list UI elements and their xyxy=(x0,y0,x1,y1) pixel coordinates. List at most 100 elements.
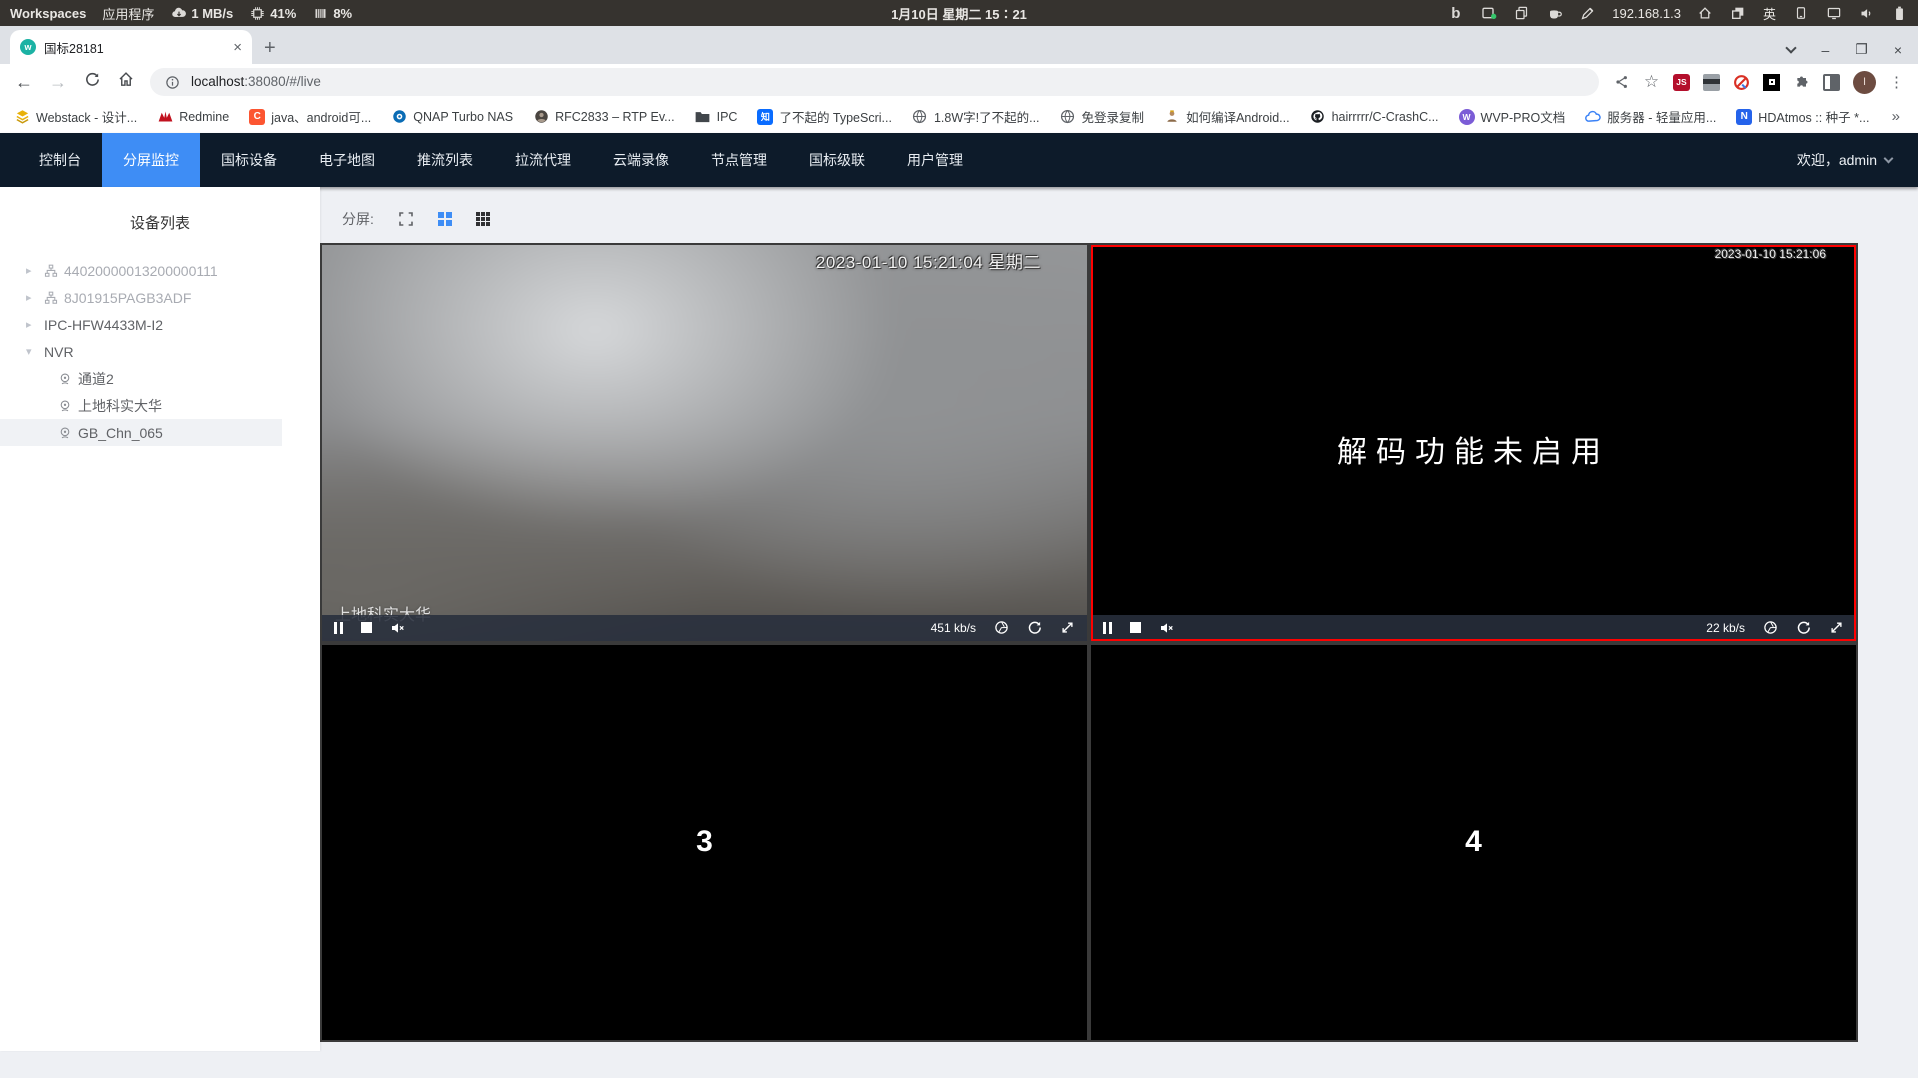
screenshot-tray-icon[interactable] xyxy=(1480,5,1497,22)
stop-icon[interactable] xyxy=(1130,622,1141,633)
bookmark-item[interactable]: 如何编译Android... xyxy=(1164,107,1290,126)
battery-tray-icon[interactable] xyxy=(1891,5,1908,22)
settings-shutter-icon[interactable] xyxy=(1763,620,1778,635)
caret-right-icon[interactable]: ▸ xyxy=(26,264,38,277)
nav-item-pull-proxy[interactable]: 拉流代理 xyxy=(494,133,592,187)
bookmark-item[interactable]: Redmine xyxy=(157,109,229,125)
user-menu[interactable]: 欢迎，admin xyxy=(1796,133,1894,187)
volume-tray-icon[interactable] xyxy=(1858,5,1875,22)
settings-shutter-icon[interactable] xyxy=(994,620,1009,635)
display-tray-icon[interactable] xyxy=(1825,5,1842,22)
bookmark-star-icon[interactable]: ☆ xyxy=(1643,72,1660,91)
browser-menu-icon[interactable]: ⋮ xyxy=(1889,73,1904,91)
video-cell-1[interactable]: 2023-01-10 15:21:04 星期二 上地科实大华 451 kb/s xyxy=(322,245,1087,641)
profile-avatar[interactable]: I xyxy=(1853,70,1876,94)
bing-tray-icon[interactable]: b xyxy=(1447,5,1464,22)
browser-tab[interactable]: w 国标28181 × xyxy=(10,30,252,64)
tablet-tray-icon[interactable] xyxy=(1792,5,1809,22)
zhihu-icon: 知 xyxy=(757,108,774,125)
back-button[interactable]: ← xyxy=(14,72,34,93)
tree-node-device[interactable]: ▾ NVR xyxy=(0,338,320,365)
nav-item-console[interactable]: 控制台 xyxy=(18,133,102,187)
extensions-puzzle-icon[interactable] xyxy=(1793,74,1810,91)
tree-node-channel[interactable]: 上地科实大华 xyxy=(0,392,320,419)
nav-item-gb-cascade[interactable]: 国标级联 xyxy=(788,133,886,187)
forward-button[interactable]: → xyxy=(48,72,68,93)
nav-item-node-manage[interactable]: 节点管理 xyxy=(690,133,788,187)
refresh-icon[interactable] xyxy=(1796,620,1811,635)
extension-tampermonkey-icon[interactable] xyxy=(1703,73,1720,91)
screen: Workspaces 应用程序 1 MB/s 41% 8% 1月10日 星期二 … xyxy=(0,0,1918,1078)
volume-muted-icon[interactable] xyxy=(1159,620,1175,636)
tree-node-device[interactable]: ▸ IPC-HFW4433M-I2 xyxy=(0,311,320,338)
fullscreen-icon[interactable] xyxy=(398,211,414,227)
window-minimize-button[interactable]: – xyxy=(1821,42,1829,58)
caret-down-icon[interactable]: ▾ xyxy=(26,345,38,358)
bookmark-item[interactable]: hairrrrr/C-CrashC... xyxy=(1310,109,1439,125)
home-tray-icon[interactable] xyxy=(1697,5,1714,22)
bookmark-item[interactable]: 1.8W字!了不起的... xyxy=(912,107,1040,126)
bookmarks-overflow-chevron[interactable]: » xyxy=(1892,108,1904,125)
bookmark-item[interactable]: IPC xyxy=(695,109,737,125)
stop-icon[interactable] xyxy=(361,622,372,633)
extension-adblock-icon[interactable] xyxy=(1733,74,1750,91)
clipboard-tray-icon[interactable] xyxy=(1513,5,1530,22)
video-cell-3[interactable]: 3 xyxy=(322,644,1087,1040)
tree-node-channel-selected[interactable]: GB_Chn_065 xyxy=(0,419,282,446)
ip-address-indicator[interactable]: 192.168.1.3 xyxy=(1612,6,1681,21)
extension-square-icon[interactable] xyxy=(1763,73,1780,91)
bookmark-item[interactable]: RFC2833 – RTP Ev... xyxy=(533,109,675,125)
bookmark-item[interactable]: W WVP-PRO文档 xyxy=(1458,107,1565,126)
grid-3x3-icon[interactable] xyxy=(475,212,490,226)
tree-node-channel[interactable]: 通道2 xyxy=(0,365,320,392)
nav-item-push-list[interactable]: 推流列表 xyxy=(396,133,494,187)
network-speed-value: 1 MB/s xyxy=(191,5,234,21)
site-info-icon[interactable] xyxy=(164,74,181,91)
grid-2x2-icon[interactable] xyxy=(437,212,452,226)
system-clock[interactable]: 1月10日 星期二 15∶21 xyxy=(891,4,1027,23)
nav-item-cloud-record[interactable]: 云端录像 xyxy=(592,133,690,187)
bookmark-item[interactable]: QNAP Turbo NAS xyxy=(391,109,513,125)
bookmark-item[interactable]: 知 了不起的 TypeScri... xyxy=(757,107,892,126)
share-icon[interactable] xyxy=(1613,74,1630,91)
nav-item-map[interactable]: 电子地图 xyxy=(298,133,396,187)
window-close-button[interactable]: × xyxy=(1894,42,1902,58)
video-cell-4[interactable]: 4 xyxy=(1091,644,1856,1040)
home-button[interactable] xyxy=(116,71,136,93)
pause-icon[interactable] xyxy=(334,621,343,634)
input-method-indicator[interactable]: 英 xyxy=(1763,4,1776,23)
nav-item-gb-devices[interactable]: 国标设备 xyxy=(200,133,298,187)
reload-button[interactable] xyxy=(82,71,102,93)
window-stack-tray-icon[interactable] xyxy=(1730,5,1747,22)
tab-search-chevron-icon[interactable] xyxy=(1785,41,1798,54)
bookmark-item[interactable]: 免登录复制 xyxy=(1060,107,1144,126)
redmine-icon xyxy=(157,109,173,125)
welcome-text: 欢迎，admin xyxy=(1796,152,1877,168)
tree-node-device[interactable]: ▸ 8J01915PAGB3ADF xyxy=(0,284,320,311)
tree-node-device[interactable]: ▸ 44020000013200000111 xyxy=(0,257,320,284)
extension-js-icon[interactable]: JS xyxy=(1673,73,1690,91)
pause-icon[interactable] xyxy=(1103,621,1112,634)
url-bar[interactable]: localhost:38080/#/live xyxy=(150,68,1599,96)
color-picker-tray-icon[interactable] xyxy=(1579,5,1596,22)
bookmark-item[interactable]: N HDAtmos :: 种子 *... xyxy=(1736,107,1869,126)
applications-menu[interactable]: 应用程序 xyxy=(102,4,154,23)
volume-muted-icon[interactable] xyxy=(390,620,406,636)
window-maximize-button[interactable]: ❐ xyxy=(1855,41,1868,58)
bookmark-item[interactable]: Webstack - 设计... xyxy=(14,107,137,126)
caret-right-icon[interactable]: ▸ xyxy=(26,291,38,304)
new-tab-button[interactable]: + xyxy=(264,38,276,58)
expand-icon[interactable] xyxy=(1060,620,1075,635)
nav-item-user-manage[interactable]: 用户管理 xyxy=(886,133,984,187)
refresh-icon[interactable] xyxy=(1027,620,1042,635)
caret-right-icon[interactable]: ▸ xyxy=(26,318,38,331)
bookmark-item[interactable]: C java、android可... xyxy=(249,107,371,126)
workspaces-button[interactable]: Workspaces xyxy=(10,6,86,21)
coffee-tray-icon[interactable] xyxy=(1546,5,1563,22)
nav-item-split-monitor[interactable]: 分屏监控 xyxy=(102,133,200,187)
video-cell-2[interactable]: 2023-01-10 15:21:06 解码功能未启用 22 kb/s xyxy=(1091,245,1856,641)
expand-icon[interactable] xyxy=(1829,620,1844,635)
tab-close-icon[interactable]: × xyxy=(233,40,242,55)
side-panel-icon[interactable] xyxy=(1823,73,1840,91)
bookmark-item[interactable]: 服务器 - 轻量应用... xyxy=(1585,107,1716,126)
